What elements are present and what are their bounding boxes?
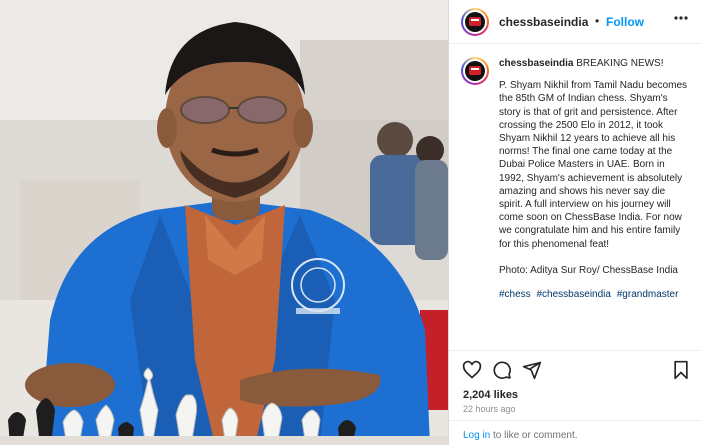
header-username[interactable]: chessbaseindia bbox=[499, 15, 588, 29]
caption-avatar[interactable] bbox=[461, 57, 489, 85]
more-options-icon[interactable] bbox=[673, 10, 689, 31]
heart-icon[interactable] bbox=[462, 360, 482, 380]
login-link[interactable]: Log in bbox=[463, 430, 490, 441]
separator-dot: • bbox=[595, 14, 600, 28]
likes-count[interactable]: 2,204 likes bbox=[463, 389, 518, 401]
post-timestamp[interactable]: 22 hours ago bbox=[463, 404, 516, 414]
post-photo[interactable] bbox=[0, 0, 448, 445]
post-header: chessbaseindia • Follow bbox=[449, 0, 701, 44]
chess-player-photo bbox=[0, 0, 448, 445]
hashtag-chessbaseindia[interactable]: #chessbaseindia bbox=[536, 289, 611, 300]
post-side-panel: chessbaseindia • Follow chessbaseindia B… bbox=[448, 0, 701, 445]
caption-username[interactable]: chessbaseindia bbox=[499, 58, 573, 69]
avatar[interactable] bbox=[461, 8, 489, 36]
login-prompt: Log in to like or comment. bbox=[449, 420, 701, 446]
hashtag-chess[interactable]: #chess bbox=[499, 289, 531, 300]
login-prompt-text: to like or comment. bbox=[490, 430, 578, 441]
comment-icon[interactable] bbox=[492, 360, 512, 380]
post-caption: chessbaseindia BREAKING NEWS! P. Shyam N… bbox=[499, 57, 689, 301]
share-icon[interactable] bbox=[522, 360, 542, 380]
caption-headline: BREAKING NEWS! bbox=[576, 58, 664, 69]
bookmark-icon[interactable] bbox=[671, 360, 691, 380]
caption-body: P. Shyam Nikhil from Tamil Nadu becomes … bbox=[499, 80, 688, 277]
hashtag-grandmaster[interactable]: #grandmaster bbox=[617, 289, 679, 300]
follow-button[interactable]: Follow bbox=[606, 15, 644, 29]
hashtag-list: #chess #chessbaseindia #grandmaster bbox=[499, 288, 689, 301]
action-bar bbox=[449, 350, 701, 391]
